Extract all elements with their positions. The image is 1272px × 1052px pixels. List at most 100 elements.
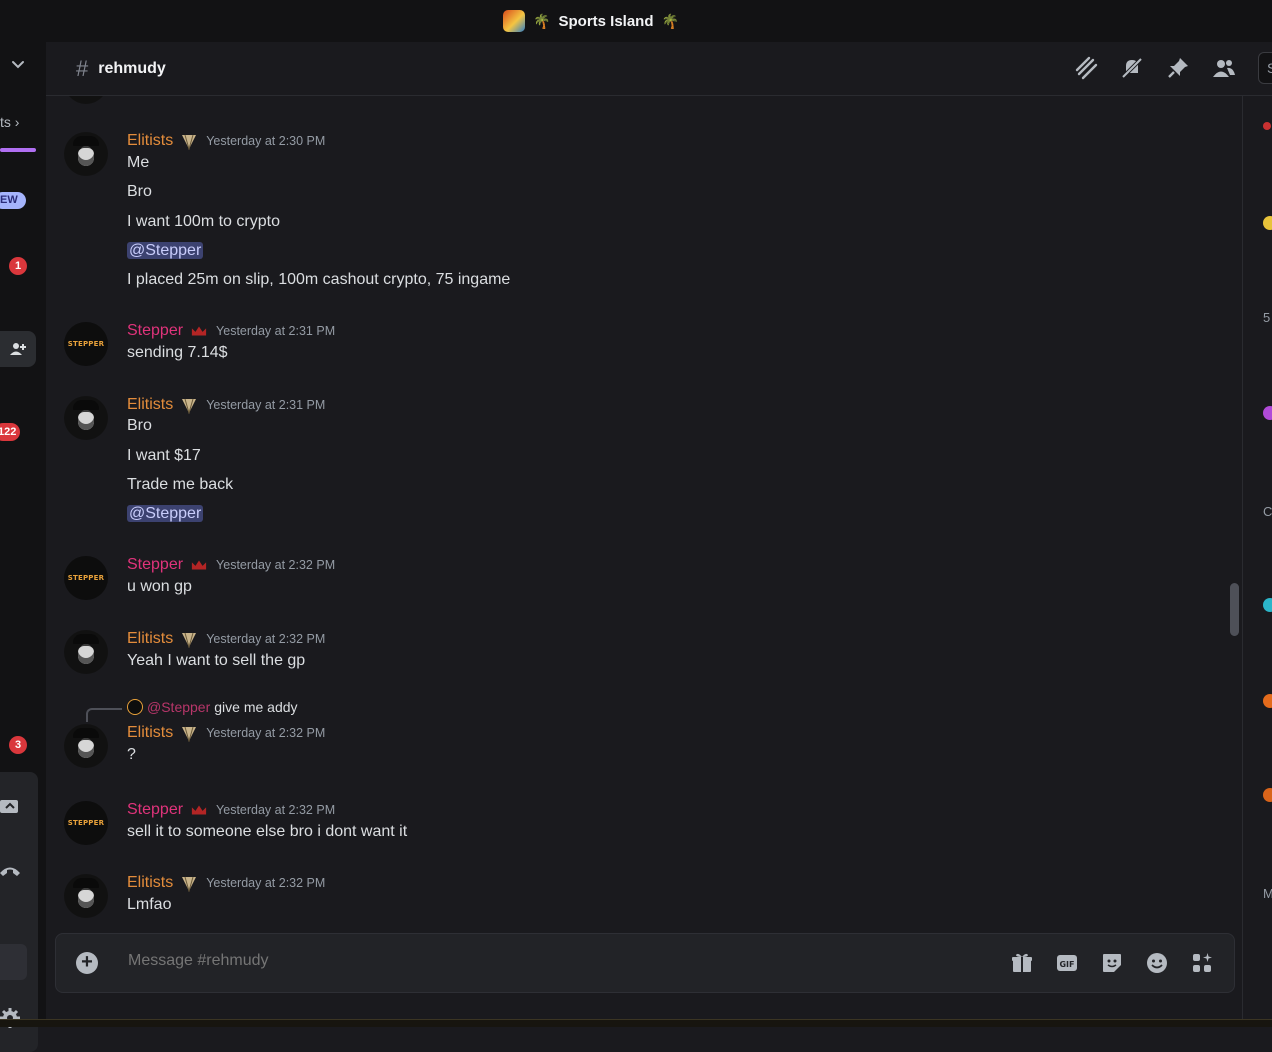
text-channel-icon: #	[76, 55, 89, 81]
emoji-icon[interactable]	[1145, 951, 1169, 975]
username[interactable]: Elitists	[127, 396, 173, 414]
palm-tree-icon: 🌴	[661, 12, 679, 29]
message-line: Yeah I want to sell the gp	[127, 652, 306, 669]
username[interactable]: Elitists	[127, 724, 173, 742]
server-icon	[503, 10, 526, 32]
avatar[interactable]	[64, 132, 108, 176]
message-list[interactable]: Elitists Yesterday at 2:30 PM Me Bro I w…	[46, 96, 1242, 932]
member-avatar[interactable]	[1263, 598, 1272, 612]
username[interactable]: Elitists	[127, 874, 173, 892]
crown-role-icon	[191, 560, 207, 570]
pin-icon[interactable]	[1166, 56, 1190, 80]
avatar[interactable]	[64, 724, 108, 768]
chevron-down-icon[interactable]	[8, 54, 28, 74]
member-avatar[interactable]	[1263, 122, 1271, 130]
gif-icon[interactable]: GIF	[1055, 951, 1079, 975]
reply-preview: give me addy	[214, 699, 298, 715]
timestamp: Yesterday at 2:32 PM	[216, 803, 336, 817]
svg-text:GIF: GIF	[1059, 960, 1074, 969]
member-avatar[interactable]	[1263, 788, 1272, 802]
avatar[interactable]: STEPPER	[64, 556, 108, 600]
channel-header: # rehmudy S	[46, 42, 1272, 96]
sticker-icon[interactable]	[1100, 951, 1124, 975]
reply-connector	[86, 708, 122, 722]
message-line: sell it to someone else bro i dont want …	[127, 823, 408, 840]
message-header: Elitists Yesterday at 2:32 PM	[127, 872, 325, 894]
member-avatar[interactable]	[1263, 216, 1272, 230]
member-avatar[interactable]	[1263, 694, 1272, 708]
upload-plus-button[interactable]: +	[76, 952, 98, 974]
user-panel	[0, 772, 38, 1052]
sidebar-strip: ts › EW 1 122 3	[0, 42, 46, 1052]
message-input[interactable]	[128, 952, 928, 970]
user-mention[interactable]: @Stepper	[127, 242, 204, 259]
phone-icon[interactable]	[0, 864, 20, 878]
avatar[interactable]	[64, 96, 108, 104]
message-line: ?	[127, 746, 136, 763]
username[interactable]: Elitists	[127, 132, 173, 150]
avatar[interactable]	[64, 630, 108, 674]
message-line: Trade me back	[127, 476, 234, 493]
mute-bell-icon[interactable]	[1120, 56, 1144, 80]
reply-reference[interactable]: @Stepper give me addy	[127, 699, 298, 715]
message-line: Bro	[127, 183, 152, 200]
member-avatar[interactable]	[1263, 406, 1272, 420]
timestamp: Yesterday at 2:32 PM	[206, 726, 326, 740]
diamond-role-icon	[182, 632, 197, 648]
taskbar-edge	[0, 1019, 1272, 1027]
message-line: Bro	[127, 417, 152, 434]
member-group-label: C	[1263, 504, 1272, 519]
message-header: Stepper Yesterday at 2:31 PM	[127, 320, 335, 342]
username[interactable]: Elitists	[127, 630, 173, 648]
diamond-role-icon	[182, 398, 197, 414]
header-toolbar	[1074, 56, 1236, 80]
unread-badge: 1	[9, 257, 27, 275]
timestamp: Yesterday at 2:30 PM	[206, 134, 326, 148]
sidebar-partial-item[interactable]: ts ›	[0, 114, 19, 130]
member-group-label: 5	[1263, 310, 1271, 325]
search-input[interactable]: S	[1258, 52, 1272, 84]
username[interactable]: Stepper	[127, 322, 183, 340]
voice-status-box[interactable]	[0, 944, 27, 980]
crown-role-icon	[191, 805, 207, 815]
avatar[interactable]	[64, 396, 108, 440]
apps-icon[interactable]	[1190, 951, 1214, 975]
message-header: Elitists Yesterday at 2:32 PM	[127, 628, 325, 650]
palm-tree-icon: 🌴	[533, 12, 551, 29]
message-line: Me	[127, 154, 150, 171]
message-header: Elitists Yesterday at 2:30 PM	[127, 130, 325, 152]
boost-progress-bar	[0, 148, 36, 152]
message-header: Stepper Yesterday at 2:32 PM	[127, 554, 335, 576]
message-line: u won gp	[127, 578, 192, 595]
gift-icon[interactable]	[1010, 951, 1034, 975]
avatar[interactable]	[64, 874, 108, 918]
mention-line: @Stepper	[127, 505, 204, 523]
message-header: Elitists Yesterday at 2:32 PM	[127, 722, 325, 744]
diamond-role-icon	[182, 726, 197, 742]
member-list-icon[interactable]	[1212, 56, 1236, 80]
title-bar: 🌴 Sports Island 🌴	[0, 0, 1272, 42]
diamond-role-icon	[182, 134, 197, 150]
member-group-label: M	[1263, 886, 1272, 901]
chevron-right-icon: ›	[14, 114, 20, 130]
reply-username[interactable]: @Stepper	[147, 699, 210, 715]
mention-line: @Stepper	[127, 242, 204, 260]
unread-badge: 122	[0, 423, 21, 441]
screen-share-icon[interactable]	[0, 798, 22, 818]
username[interactable]: Stepper	[127, 801, 183, 819]
diamond-role-icon	[182, 876, 197, 892]
timestamp: Yesterday at 2:32 PM	[216, 558, 336, 572]
avatar[interactable]: STEPPER	[64, 801, 108, 845]
timestamp: Yesterday at 2:31 PM	[206, 398, 326, 412]
reply-avatar	[127, 699, 143, 715]
scrollbar-thumb[interactable]	[1230, 583, 1239, 636]
user-mention[interactable]: @Stepper	[127, 505, 204, 522]
window-title-text: Sports Island	[558, 12, 654, 30]
username[interactable]: Stepper	[127, 556, 183, 574]
add-member-button[interactable]	[0, 331, 36, 367]
threads-icon[interactable]	[1074, 56, 1098, 80]
sidebar-partial-label: ts	[0, 114, 11, 130]
message-line: I want $17	[127, 447, 201, 464]
avatar[interactable]: STEPPER	[64, 322, 108, 366]
crown-role-icon	[191, 326, 207, 336]
